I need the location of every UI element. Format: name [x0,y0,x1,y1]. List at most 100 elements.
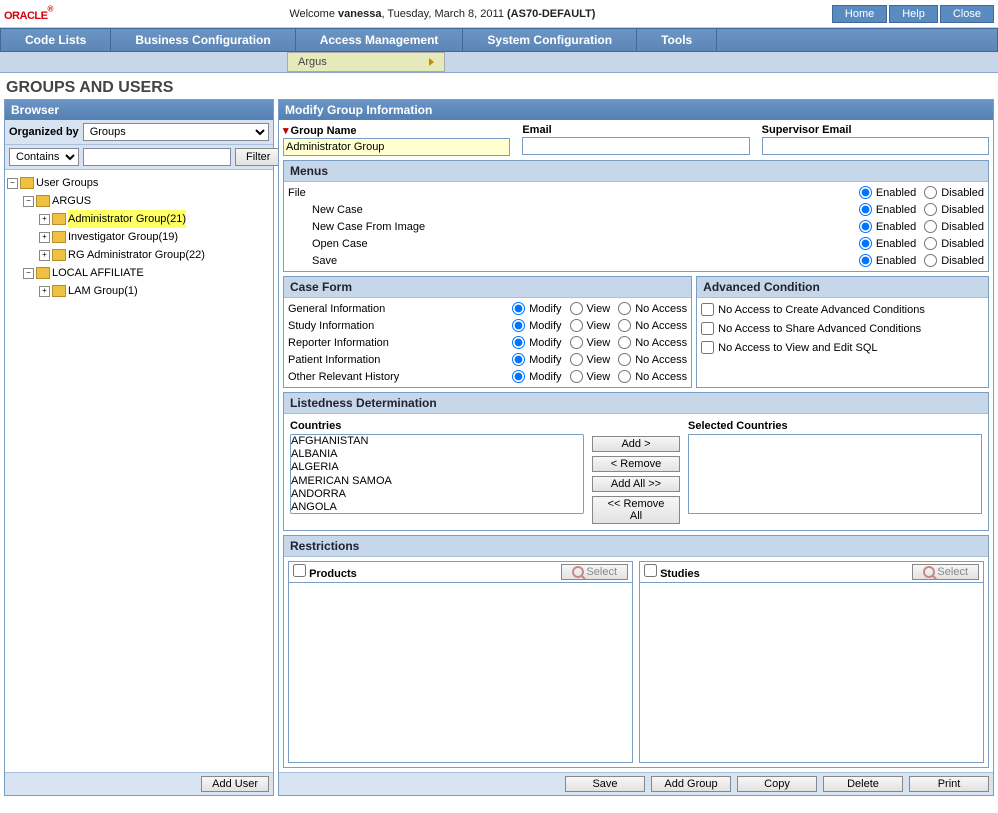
adv-create-checkbox[interactable] [701,303,714,316]
tree-lam-group[interactable]: + LAM Group(1) [7,282,271,300]
studies-select-button[interactable]: Select [912,564,979,580]
other-modify-radio[interactable] [512,370,525,383]
file-disabled-radio[interactable] [924,186,937,199]
study-noaccess-radio[interactable] [618,319,631,332]
case-other: Other Relevant History [288,371,506,383]
menu-new-case: New Case [288,204,853,216]
filter-input[interactable] [83,148,231,166]
help-button[interactable]: Help [889,5,938,23]
adv-share-checkbox[interactable] [701,322,714,335]
file-enabled-radio[interactable] [859,186,872,199]
add-user-button[interactable]: Add User [201,776,269,792]
plus-icon[interactable]: + [39,232,50,243]
tab-tools[interactable]: Tools [637,29,717,51]
add-all-button[interactable]: Add All >> [592,476,680,492]
folder-icon [52,231,66,243]
open-disabled-radio[interactable] [924,237,937,250]
remove-all-button[interactable]: << Remove All [592,496,680,524]
add-button[interactable]: Add > [592,436,680,452]
countries-list[interactable]: AFGHANISTANALBANIAALGERIAAMERICAN SAMOAA… [290,434,584,514]
rep-modify-radio[interactable] [512,336,525,349]
newcase-disabled-radio[interactable] [924,203,937,216]
pat-modify-radio[interactable] [512,353,525,366]
delete-button[interactable]: Delete [823,776,903,792]
tree-local-affiliate[interactable]: − LOCAL AFFILIATE [7,264,271,282]
browser-panel: Browser Organized by Groups Contains Fil… [4,99,274,796]
menubar: Code Lists Business Configuration Access… [0,28,998,52]
products-label: Products [309,568,357,580]
adv-sql-checkbox[interactable] [701,341,714,354]
tab-access-management[interactable]: Access Management [296,29,464,51]
print-button[interactable]: Print [909,776,989,792]
gen-modify-radio[interactable] [512,302,525,315]
studies-checkbox[interactable] [644,564,657,577]
menu-new-case-image: New Case From Image [288,221,853,233]
studies-label: Studies [660,568,700,580]
filter-button[interactable]: Filter [235,148,281,166]
pat-view-radio[interactable] [570,353,583,366]
plus-icon[interactable]: + [39,250,50,261]
tree-admin-group[interactable]: + Administrator Group(21) [7,210,271,228]
close-button[interactable]: Close [940,5,994,23]
study-view-radio[interactable] [570,319,583,332]
supervisor-email-input[interactable] [762,137,989,155]
minus-icon[interactable]: − [7,178,18,189]
filter-mode-select[interactable]: Contains [9,148,79,166]
gen-view-radio[interactable] [570,302,583,315]
page-title: GROUPS AND USERS [0,73,998,99]
save-disabled-radio[interactable] [924,254,937,267]
selected-countries-label: Selected Countries [688,420,982,432]
case-form-header: Case Form [284,277,691,298]
tab-code-lists[interactable]: Code Lists [1,29,111,51]
minus-icon[interactable]: − [23,268,34,279]
products-checkbox[interactable] [293,564,306,577]
listedness-header: Listedness Determination [284,393,988,414]
case-reporter: Reporter Information [288,337,506,349]
products-select-button[interactable]: Select [561,564,628,580]
minus-icon[interactable]: − [23,196,34,207]
tree-rg-admin-group[interactable]: + RG Administrator Group(22) [7,246,271,264]
email-input[interactable] [522,137,749,155]
case-general: General Information [288,303,506,315]
folder-icon [52,249,66,261]
menu-save: Save [288,255,853,267]
save-button[interactable]: Save [565,776,645,792]
tree-root[interactable]: − User Groups [7,174,271,192]
save-enabled-radio[interactable] [859,254,872,267]
organized-by-label: Organized by [9,126,79,138]
tab-system-config[interactable]: System Configuration [463,29,637,51]
group-name-input[interactable] [283,138,510,156]
other-noaccess-radio[interactable] [618,370,631,383]
tree-argus[interactable]: − ARGUS [7,192,271,210]
case-patient: Patient Information [288,354,506,366]
submenu-label: Argus [298,56,327,68]
rep-noaccess-radio[interactable] [618,336,631,349]
organized-by-select[interactable]: Groups [83,123,269,141]
search-icon [572,566,584,578]
newimg-enabled-radio[interactable] [859,220,872,233]
gen-noaccess-radio[interactable] [618,302,631,315]
copy-button[interactable]: Copy [737,776,817,792]
folder-icon [52,213,66,225]
submenu-argus[interactable]: Argus [287,52,445,72]
menus-header: Menus [284,161,988,182]
newimg-disabled-radio[interactable] [924,220,937,233]
plus-icon[interactable]: + [39,286,50,297]
tab-business-config[interactable]: Business Configuration [111,29,295,51]
folder-open-icon [36,195,50,207]
other-view-radio[interactable] [570,370,583,383]
tree-investigator-group[interactable]: + Investigator Group(19) [7,228,271,246]
rep-view-radio[interactable] [570,336,583,349]
modify-group-panel: Modify Group Information ▾Group Name Ema… [278,99,994,796]
home-button[interactable]: Home [832,5,887,23]
group-name-label: ▾Group Name [283,124,510,137]
plus-icon[interactable]: + [39,214,50,225]
remove-button[interactable]: < Remove [592,456,680,472]
study-modify-radio[interactable] [512,319,525,332]
add-group-button[interactable]: Add Group [651,776,731,792]
pat-noaccess-radio[interactable] [618,353,631,366]
welcome-text: Welcome vanessa, Tuesday, March 8, 2011 … [289,8,595,20]
newcase-enabled-radio[interactable] [859,203,872,216]
case-study: Study Information [288,320,506,332]
open-enabled-radio[interactable] [859,237,872,250]
